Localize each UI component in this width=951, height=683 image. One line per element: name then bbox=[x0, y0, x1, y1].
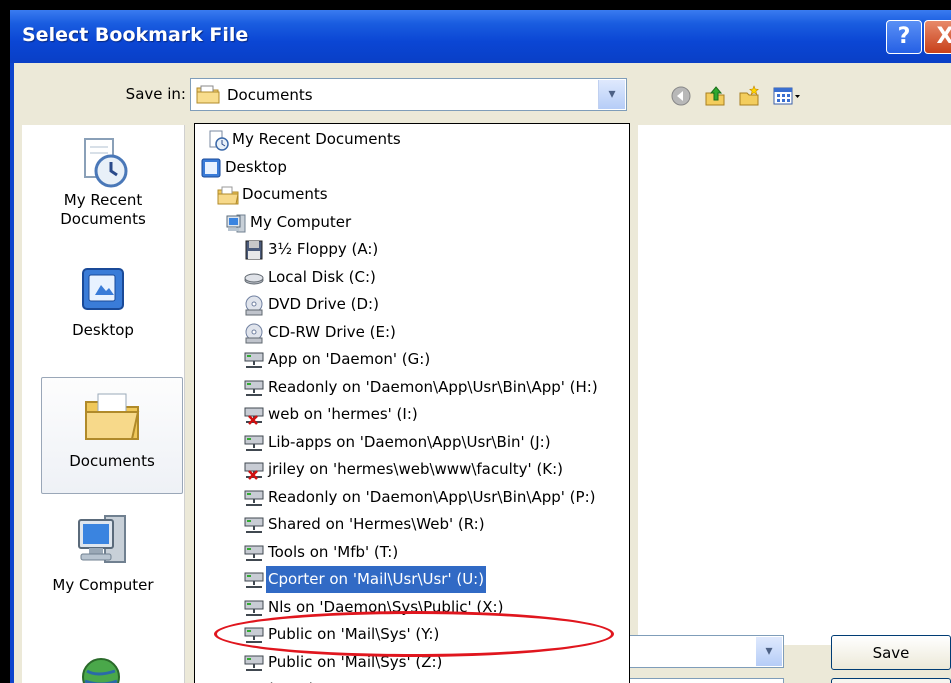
up-folder-icon[interactable] bbox=[704, 85, 726, 107]
save-in-label: Save in: bbox=[125, 85, 186, 103]
save-button[interactable]: Save bbox=[831, 635, 951, 670]
place-desktop[interactable]: Desktop bbox=[22, 265, 184, 340]
documents-folder-icon bbox=[196, 85, 220, 104]
place-my-computer[interactable]: My Computer bbox=[22, 508, 184, 595]
network-drive-icon bbox=[244, 352, 264, 368]
dropdown-item[interactable]: Tools on 'Mfb' (T:) bbox=[243, 539, 398, 566]
save-in-combo[interactable]: Documents ▾ bbox=[190, 78, 627, 111]
desktop-icon bbox=[201, 158, 221, 177]
dropdown-item-label: 3½ Floppy (A:) bbox=[268, 240, 379, 258]
dropdown-item[interactable]: My Computer bbox=[225, 209, 351, 236]
help-button[interactable]: ? bbox=[886, 20, 922, 54]
dropdown-item-label: Readonly on 'Daemon\App\Usr\Bin\App' (H:… bbox=[268, 377, 598, 396]
file-list[interactable] bbox=[638, 125, 951, 645]
chevron-down-icon[interactable]: ▾ bbox=[756, 637, 782, 666]
network-drive-icon bbox=[244, 517, 264, 533]
dropdown-item[interactable]: 3½ Floppy (A:) bbox=[243, 236, 378, 263]
dropdown-item-label: web on 'hermes' (I:) bbox=[268, 405, 418, 423]
disconnected-network-drive-icon bbox=[244, 462, 264, 480]
documents-folder-icon bbox=[85, 393, 140, 440]
annotation-ellipse bbox=[214, 611, 614, 657]
dialog-window: Select Bookmark File ? X Save in: Docume… bbox=[10, 10, 951, 683]
chevron-down-icon[interactable]: ▾ bbox=[598, 80, 625, 109]
dropdown-item[interactable]: Shared on 'Hermes\Web' (R:) bbox=[243, 511, 485, 538]
close-button[interactable]: X bbox=[924, 20, 951, 54]
dvd-drive-icon bbox=[245, 295, 263, 316]
dropdown-item[interactable]: Cporter on 'Mail\Usr\Usr' (U:) bbox=[243, 566, 487, 593]
network-drive-icon bbox=[244, 572, 264, 588]
dropdown-item[interactable]: Shared Documents bbox=[235, 676, 403, 683]
network-icon bbox=[82, 658, 120, 683]
dropdown-item-label: Cporter on 'Mail\Usr\Usr' (U:) bbox=[266, 566, 487, 593]
place-label: My Recent bbox=[63, 191, 143, 209]
network-drive-icon bbox=[244, 600, 264, 616]
dropdown-item-label: Shared on 'Hermes\Web' (R:) bbox=[268, 515, 485, 533]
shared-folder-icon bbox=[235, 679, 257, 683]
dropdown-item-label: Lib-apps on 'Daemon\App\Usr\Bin' (J:) bbox=[268, 432, 551, 451]
dropdown-item-label: CD-RW Drive (E:) bbox=[268, 322, 396, 341]
network-drive-icon bbox=[244, 545, 264, 561]
network-drive-icon bbox=[244, 490, 264, 506]
save-in-dropdown-list[interactable]: My Recent Documents Desktop Documents My Co… bbox=[194, 123, 630, 683]
disconnected-network-drive-icon bbox=[244, 407, 264, 425]
dropdown-item[interactable]: jriley on 'hermes\web\www\faculty' (K:) bbox=[243, 456, 563, 483]
dropdown-item-label: My Recent Documents bbox=[232, 130, 401, 148]
place-label: My Computer bbox=[52, 576, 154, 594]
floppy-drive-icon bbox=[245, 240, 263, 260]
dropdown-item-label: DVD Drive (D:) bbox=[268, 295, 379, 313]
dropdown-item[interactable]: Desktop bbox=[200, 154, 287, 181]
place-documents[interactable]: Documents bbox=[41, 377, 183, 494]
dropdown-item-label: Documents bbox=[242, 185, 328, 203]
place-label: Documents bbox=[60, 210, 146, 228]
dropdown-item-label: Readonly on 'Daemon\App\Usr\Bin\App' (P:… bbox=[268, 487, 596, 506]
dropdown-item[interactable]: Local Disk (C:) bbox=[243, 264, 376, 291]
dropdown-item[interactable]: Lib-apps on 'Daemon\App\Usr\Bin' (J:) bbox=[243, 429, 551, 456]
cancel-button[interactable] bbox=[831, 678, 951, 683]
dropdown-item[interactable]: Readonly on 'Daemon\App\Usr\Bin\App' (P:… bbox=[243, 484, 595, 511]
place-my-recent-documents[interactable]: My Recent Documents bbox=[22, 135, 184, 229]
place-label: Desktop bbox=[72, 321, 134, 339]
dropdown-item[interactable]: DVD Drive (D:) bbox=[243, 291, 379, 318]
my-computer-icon bbox=[78, 515, 126, 563]
dropdown-item-label: Local Disk (C:) bbox=[268, 267, 376, 286]
network-drive-icon bbox=[244, 435, 264, 451]
place-network[interactable] bbox=[22, 655, 184, 683]
desktop-icon bbox=[82, 268, 124, 310]
window-title: Select Bookmark File bbox=[22, 24, 249, 46]
places-bar: My Recent Documents Desktop Documents My… bbox=[22, 125, 185, 683]
dropdown-item[interactable]: Readonly on 'Daemon\App\Usr\Bin\App' (H:… bbox=[243, 374, 598, 401]
dropdown-item[interactable]: Documents bbox=[217, 181, 328, 208]
network-drive-icon bbox=[244, 655, 264, 671]
dropdown-item[interactable]: web on 'hermes' (I:) bbox=[243, 401, 418, 428]
dropdown-item[interactable]: CD-RW Drive (E:) bbox=[243, 319, 396, 346]
title-bar[interactable]: Select Bookmark File ? X bbox=[10, 10, 951, 63]
back-icon[interactable] bbox=[670, 85, 692, 107]
save-in-value: Documents bbox=[227, 86, 313, 104]
dropdown-item[interactable]: Nls on 'Daemon\Sys\Public' (X:) bbox=[243, 594, 503, 621]
place-label: Documents bbox=[69, 452, 155, 470]
dropdown-item-label: jriley on 'hermes\web\www\faculty' (K:) bbox=[268, 460, 564, 478]
local-disk-icon bbox=[244, 273, 264, 284]
dropdown-item[interactable]: My Recent Documents bbox=[207, 126, 401, 153]
dropdown-item-label: Shared Documents bbox=[260, 676, 403, 683]
dropdown-item[interactable]: Public on 'Mail\Sys' (Z:) bbox=[243, 649, 442, 676]
recent-documents-icon bbox=[84, 138, 128, 188]
dropdown-item-label: Tools on 'Mfb' (T:) bbox=[268, 542, 399, 561]
dropdown-item-label: My Computer bbox=[250, 212, 352, 231]
cd-drive-icon bbox=[245, 323, 263, 343]
network-drive-icon bbox=[244, 380, 264, 396]
documents-folder-icon bbox=[217, 186, 239, 205]
dialog-body: Save in: Documents ▾ My Recent Documents… bbox=[14, 63, 951, 683]
dropdown-item[interactable]: App on 'Daemon' (G:) bbox=[243, 346, 430, 373]
dropdown-item-label: App on 'Daemon' (G:) bbox=[268, 350, 431, 368]
recent-documents-icon bbox=[209, 130, 229, 151]
my-computer-icon bbox=[226, 214, 246, 232]
view-menu-icon[interactable] bbox=[772, 85, 802, 107]
dropdown-item-label: Desktop bbox=[225, 157, 287, 176]
new-folder-icon[interactable] bbox=[738, 85, 760, 107]
